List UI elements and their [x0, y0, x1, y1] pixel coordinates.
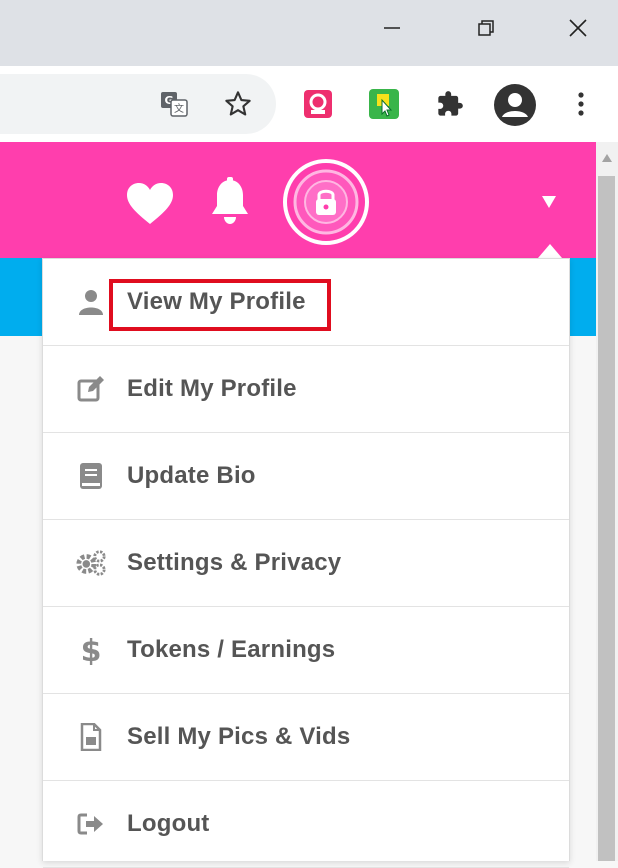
scrollbar-thumb[interactable] [598, 176, 615, 861]
cogs-icon [75, 547, 107, 579]
dollar-icon: $ [75, 634, 107, 666]
extension-green-icon [369, 89, 399, 119]
menu-item-settings-privacy[interactable]: Settings & Privacy [43, 520, 569, 607]
scroll-up-button[interactable] [598, 148, 615, 168]
svg-text:$: $ [81, 635, 101, 665]
menu-item-sell-pics-vids[interactable]: Sell My Pics & Vids [43, 694, 569, 781]
browser-menu-button[interactable] [566, 86, 596, 122]
window-title-bar [0, 0, 618, 66]
menu-item-label: Tokens / Earnings [127, 636, 336, 663]
menu-item-label: Edit My Profile [127, 375, 297, 402]
menu-item-label: Update Bio [127, 462, 256, 489]
kebab-menu-icon [578, 92, 584, 116]
menu-item-label: Logout [127, 810, 210, 837]
scroll-up-arrow-icon [601, 154, 612, 162]
menu-item-label: View My Profile [127, 288, 306, 315]
sign-out-icon [75, 808, 107, 840]
profile-icon [494, 84, 536, 126]
menu-item-label: Sell My Pics & Vids [127, 723, 351, 750]
profile-button[interactable] [490, 80, 540, 130]
translate-icon: G 文 [161, 92, 188, 117]
translate-button[interactable]: G 文 [156, 86, 192, 122]
browser-toolbar: G 文 [0, 66, 618, 142]
edit-icon [75, 373, 107, 405]
menu-item-label: Settings & Privacy [127, 549, 342, 576]
minimize-button[interactable] [370, 8, 414, 48]
bookmark-star-button[interactable] [220, 86, 256, 122]
menu-item-tokens-earnings[interactable]: $ Tokens / Earnings [43, 607, 569, 694]
account-dropdown-menu: View My Profile Edit My Profile Update B… [42, 258, 570, 868]
heart-icon [127, 183, 173, 224]
star-icon [225, 91, 251, 116]
favorites-button[interactable] [124, 182, 176, 226]
file-icon [75, 721, 107, 753]
restore-button[interactable] [464, 8, 508, 48]
extension-pink-icon [304, 90, 332, 118]
bell-icon [212, 177, 248, 224]
menu-item-edit-profile[interactable]: Edit My Profile [43, 346, 569, 433]
close-button[interactable] [556, 8, 600, 48]
extensions-button[interactable] [432, 86, 468, 122]
menu-pointer [538, 244, 562, 258]
site-header [0, 142, 596, 258]
menu-item-logout[interactable]: Logout [43, 781, 569, 868]
menu-item-update-bio[interactable]: Update Bio [43, 433, 569, 520]
book-icon [75, 460, 107, 492]
extension-green-button[interactable] [366, 86, 402, 122]
menu-item-view-profile[interactable]: View My Profile [43, 259, 569, 346]
extension-pink-button[interactable] [300, 86, 336, 122]
notifications-button[interactable] [204, 176, 256, 228]
minimize-icon [384, 27, 400, 29]
user-icon [75, 286, 107, 318]
close-icon [569, 19, 587, 37]
user-avatar[interactable] [282, 158, 370, 246]
account-menu-toggle[interactable] [538, 192, 560, 212]
puzzle-icon [438, 91, 463, 116]
dropdown-caret-icon [542, 196, 556, 208]
svg-text:文: 文 [174, 102, 184, 115]
lock-avatar-icon [283, 159, 369, 245]
restore-icon [478, 20, 494, 36]
